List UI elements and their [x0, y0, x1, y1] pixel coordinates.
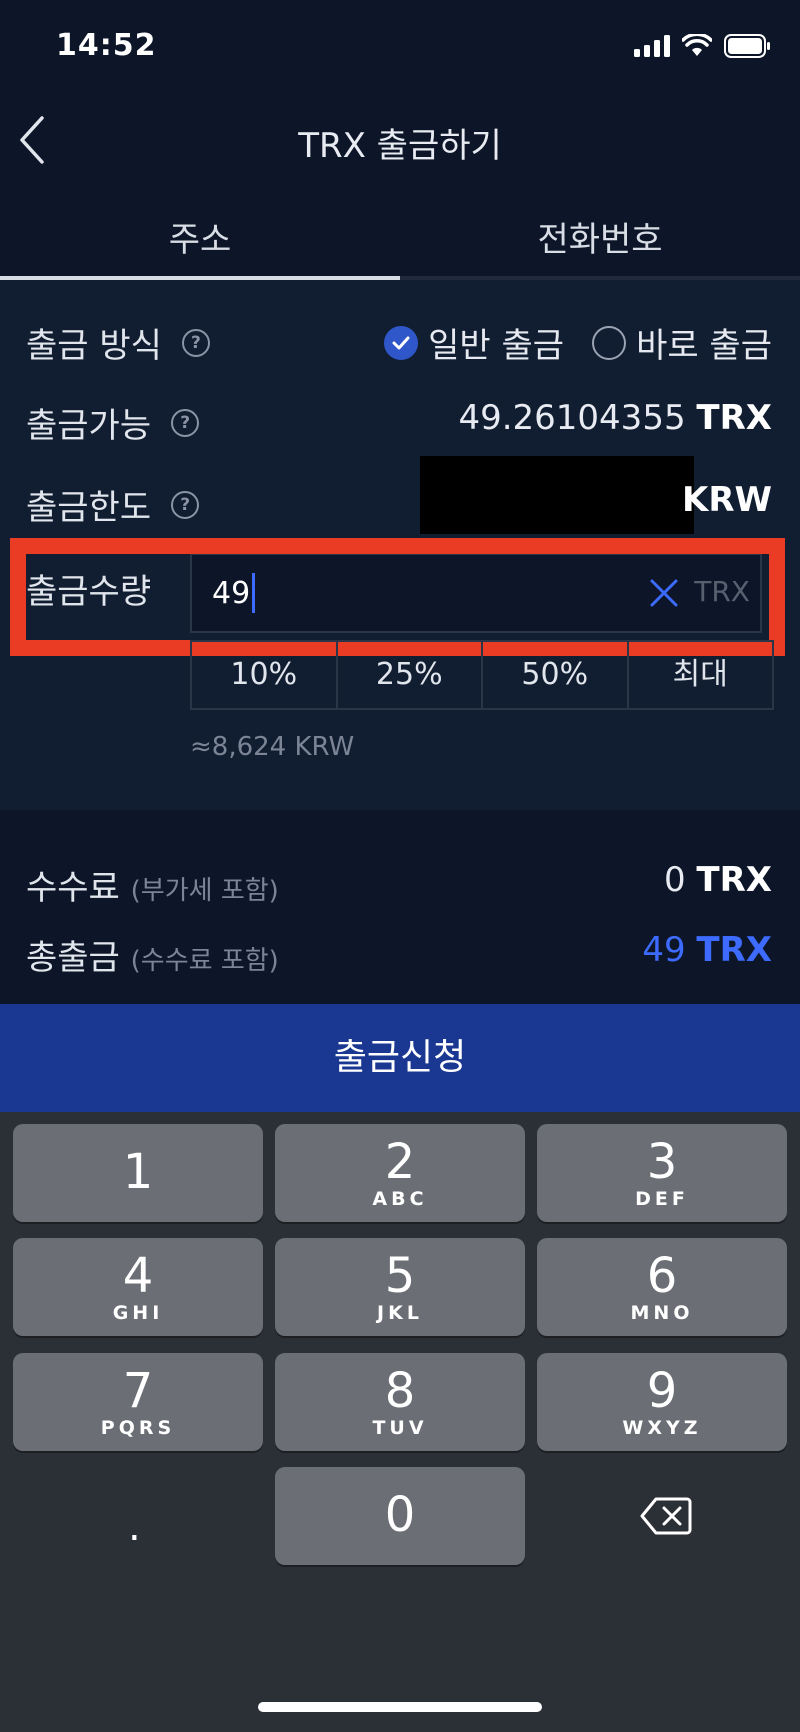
key-1-digit: 1 [122, 1144, 154, 1200]
fee-unit: TRX [696, 860, 772, 900]
key-1[interactable]: 1 [13, 1124, 263, 1222]
status-icons [634, 34, 772, 58]
fee-amount: 0 [663, 860, 686, 900]
available-amount: 49.26104355 [458, 398, 686, 438]
limit-unit: KRW [681, 480, 772, 520]
method-row-label: 출금 방식 ? [26, 318, 210, 367]
key-4[interactable]: 4 GHI [13, 1238, 263, 1336]
fee-label: 수수료 [26, 868, 120, 908]
available-value: 49.26104355 TRX [458, 398, 772, 438]
radio-instant-label[interactable]: 바로 출금 [636, 318, 772, 367]
percent-50-button[interactable]: 50% [483, 642, 629, 708]
key-6-letters: MNO [630, 1302, 694, 1324]
method-label: 출금 방식 [26, 326, 162, 366]
percent-max-button[interactable]: 최대 [629, 642, 773, 708]
total-value: 49 TRX [642, 930, 772, 970]
krw-estimate: ≈8,624 KRW [190, 732, 355, 762]
key-5-digit: 5 [384, 1248, 416, 1304]
tab-address[interactable]: 주소 [0, 200, 400, 280]
key-8[interactable]: 8 TUV [275, 1353, 525, 1451]
method-radio-group: 일반 출금 바로 출금 [384, 318, 772, 367]
radio-normal-withdraw[interactable] [384, 325, 419, 360]
fee-value: 0 TRX [664, 860, 772, 900]
key-4-letters: GHI [112, 1302, 164, 1324]
help-icon[interactable]: ? [171, 490, 200, 519]
highlight-box [10, 538, 785, 656]
total-amount: 49 [642, 930, 686, 970]
limit-value: KRW [682, 480, 772, 520]
key-9-letters: WXYZ [622, 1417, 702, 1439]
key-9-digit: 9 [646, 1363, 678, 1419]
percent-10-button[interactable]: 10% [192, 642, 338, 708]
key-0-digit: 0 [384, 1487, 416, 1543]
backspace-icon[interactable] [640, 1496, 692, 1536]
key-7[interactable]: 7 PQRS [13, 1353, 263, 1451]
redacted-block [420, 456, 694, 534]
key-6[interactable]: 6 MNO [537, 1238, 787, 1336]
key-9[interactable]: 9 WXYZ [537, 1353, 787, 1451]
total-note: (수수료 포함) [130, 946, 279, 976]
percent-buttons: 10% 25% 50% 최대 [190, 640, 774, 710]
signal-icon [634, 35, 670, 57]
key-2-digit: 2 [384, 1134, 416, 1190]
radio-normal-label[interactable]: 일반 출금 [428, 318, 564, 367]
key-5[interactable]: 5 JKL [275, 1238, 525, 1336]
key-2-letters: ABC [372, 1188, 428, 1210]
key-4-digit: 4 [122, 1248, 154, 1304]
check-icon [392, 336, 410, 349]
submit-withdraw-button[interactable]: 출금신청 [0, 1004, 800, 1112]
wifi-icon [682, 34, 712, 56]
key-2[interactable]: 2 ABC [275, 1124, 525, 1222]
fee-note: (부가세 포함) [130, 876, 279, 906]
key-3[interactable]: 3 DEF [537, 1124, 787, 1222]
key-0[interactable]: 0 [275, 1467, 525, 1565]
limit-row-label: 출금한도 ? [26, 480, 200, 529]
key-3-letters: DEF [635, 1188, 689, 1210]
fee-row-label: 수수료 (부가세 포함) [26, 860, 279, 909]
total-row-label: 총출금 (수수료 포함) [26, 930, 279, 979]
tab-bar: 주소 전화번호 [0, 200, 800, 280]
key-3-digit: 3 [646, 1134, 678, 1190]
radio-instant-withdraw[interactable] [592, 325, 627, 360]
help-icon[interactable]: ? [171, 408, 200, 437]
key-dot[interactable]: . [128, 1504, 141, 1550]
key-7-letters: PQRS [100, 1417, 176, 1439]
key-6-digit: 6 [646, 1248, 678, 1304]
key-8-digit: 8 [384, 1363, 416, 1419]
available-row-label: 출금가능 ? [26, 398, 200, 447]
page-title: TRX 출금하기 [298, 126, 502, 166]
key-5-letters: JKL [377, 1302, 423, 1324]
battery-icon [724, 34, 770, 58]
limit-label: 출금한도 [26, 488, 152, 528]
help-icon[interactable]: ? [181, 328, 210, 357]
available-unit: TRX [696, 398, 772, 438]
status-time: 14:52 [56, 28, 157, 63]
total-unit: TRX [696, 930, 772, 970]
key-7-digit: 7 [122, 1363, 154, 1419]
available-label: 출금가능 [26, 406, 152, 446]
key-8-letters: TUV [372, 1417, 428, 1439]
tab-phone[interactable]: 전화번호 [400, 200, 800, 276]
home-indicator [258, 1702, 542, 1712]
total-label: 총출금 [26, 938, 120, 978]
percent-25-button[interactable]: 25% [338, 642, 483, 708]
